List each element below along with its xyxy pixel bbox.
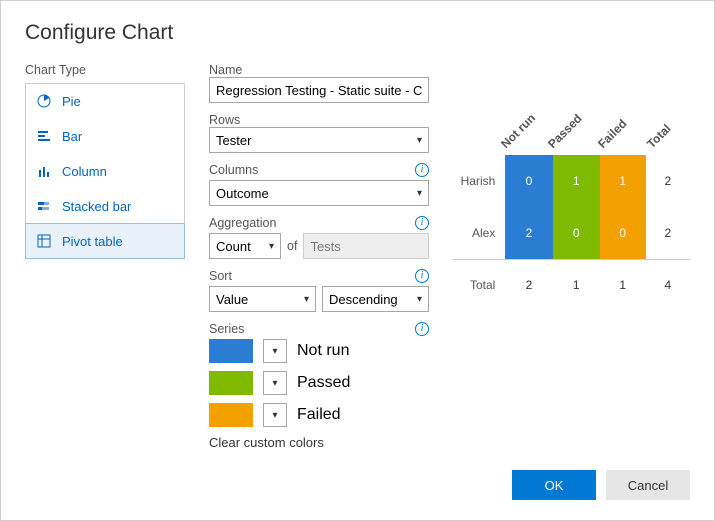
info-icon[interactable]: i: [415, 269, 429, 283]
chevron-down-icon: ▾: [417, 294, 422, 305]
chevron-down-icon: ▾: [417, 188, 422, 199]
chart-type-pivot-table[interactable]: Pivot table: [25, 223, 185, 259]
chart-type-bar[interactable]: Bar: [26, 119, 184, 154]
series-color-swatch: [209, 339, 253, 363]
chart-type-label-text: Pie: [62, 94, 81, 109]
pivot-row-total: 2: [646, 207, 690, 259]
configure-chart-dialog: Configure Chart Chart Type Pie Bar Colum…: [0, 0, 715, 521]
pivot-table-preview: Not runPassedFailedTotalHarish0112Alex20…: [453, 103, 690, 311]
pivot-col-total: 1: [600, 259, 646, 311]
pivot-row-header: Harish: [453, 155, 505, 207]
pivot-cell: 1: [600, 155, 646, 207]
pivot-col-header: Total: [644, 121, 674, 151]
sort-label: Sort: [209, 269, 232, 283]
series-color-swatch: [209, 371, 253, 395]
rows-label: Rows: [209, 113, 429, 127]
dialog-title: Configure Chart: [25, 21, 690, 45]
pivot-col-header: Failed: [595, 117, 629, 151]
pie-icon: [36, 93, 52, 109]
sort-dir-select[interactable]: Descending▾: [322, 286, 429, 312]
pivot-col-total: 2: [505, 259, 552, 311]
pivot-row-total: 2: [646, 155, 690, 207]
chart-type-label-text: Pivot table: [62, 234, 123, 249]
rows-select[interactable]: Tester▾: [209, 127, 429, 153]
chart-type-stacked-bar[interactable]: Stacked bar: [26, 189, 184, 224]
chevron-down-icon: ▾: [272, 378, 277, 389]
chevron-down-icon: ▾: [269, 241, 274, 252]
chart-type-panel: Chart Type Pie Bar Column Stacked bar: [25, 63, 185, 460]
chart-type-label-text: Stacked bar: [62, 199, 131, 214]
aggregation-func-select[interactable]: Count▾: [209, 233, 281, 259]
pivot-cell: 2: [505, 207, 552, 259]
aggregation-of-input: [303, 233, 429, 259]
series-color-picker[interactable]: ▾: [263, 403, 287, 427]
pivot-cell: 0: [600, 207, 646, 259]
stacked-bar-icon: [36, 198, 52, 214]
of-label: of: [287, 239, 297, 253]
series-item: ▾ Failed: [209, 403, 429, 427]
series-item: ▾ Passed: [209, 371, 429, 395]
series-color-picker[interactable]: ▾: [263, 339, 287, 363]
series-color-swatch: [209, 403, 253, 427]
series-item: ▾ Not run: [209, 339, 429, 363]
pivot-table-icon: [36, 233, 52, 249]
pivot-row-header: Alex: [453, 207, 505, 259]
chart-type-label: Chart Type: [25, 63, 185, 77]
pivot-preview: Not runPassedFailedTotalHarish0112Alex20…: [453, 63, 690, 460]
cancel-button[interactable]: Cancel: [606, 470, 690, 500]
name-input[interactable]: [209, 77, 429, 103]
series-label: Series: [209, 322, 244, 336]
chart-type-pie[interactable]: Pie: [26, 84, 184, 119]
series-label-text: Passed: [297, 374, 350, 392]
pivot-cell: 0: [505, 155, 552, 207]
name-label: Name: [209, 63, 429, 77]
pivot-cell: 0: [553, 207, 600, 259]
chevron-down-icon: ▾: [417, 135, 422, 146]
pivot-col-total: 1: [553, 259, 600, 311]
chart-type-label-text: Column: [62, 164, 107, 179]
columns-select[interactable]: Outcome▾: [209, 180, 429, 206]
chevron-down-icon: ▾: [304, 294, 309, 305]
column-icon: [36, 163, 52, 179]
chevron-down-icon: ▾: [272, 346, 277, 357]
series-color-picker[interactable]: ▾: [263, 371, 287, 395]
pivot-row-header: Total: [453, 259, 505, 311]
series-label-text: Failed: [297, 406, 341, 424]
sort-by-select[interactable]: Value▾: [209, 286, 316, 312]
chart-type-list: Pie Bar Column Stacked bar Pivot table: [25, 83, 185, 259]
info-icon[interactable]: i: [415, 322, 429, 336]
columns-label: Columns: [209, 163, 258, 177]
info-icon[interactable]: i: [415, 163, 429, 177]
chart-type-column[interactable]: Column: [26, 154, 184, 189]
pivot-cell: 1: [553, 155, 600, 207]
info-icon[interactable]: i: [415, 216, 429, 230]
series-label-text: Not run: [297, 342, 349, 360]
chevron-down-icon: ▾: [272, 410, 277, 421]
ok-button[interactable]: OK: [512, 470, 596, 500]
dialog-buttons: OK Cancel: [512, 470, 690, 500]
aggregation-label: Aggregation: [209, 216, 276, 230]
pivot-grand-total: 4: [646, 259, 690, 311]
bar-icon: [36, 128, 52, 144]
config-fields: Name Rows Tester▾ Columns i Outcome▾ Agg…: [209, 63, 429, 460]
chart-type-label-text: Bar: [62, 129, 82, 144]
clear-custom-colors-link[interactable]: Clear custom colors: [209, 435, 429, 450]
